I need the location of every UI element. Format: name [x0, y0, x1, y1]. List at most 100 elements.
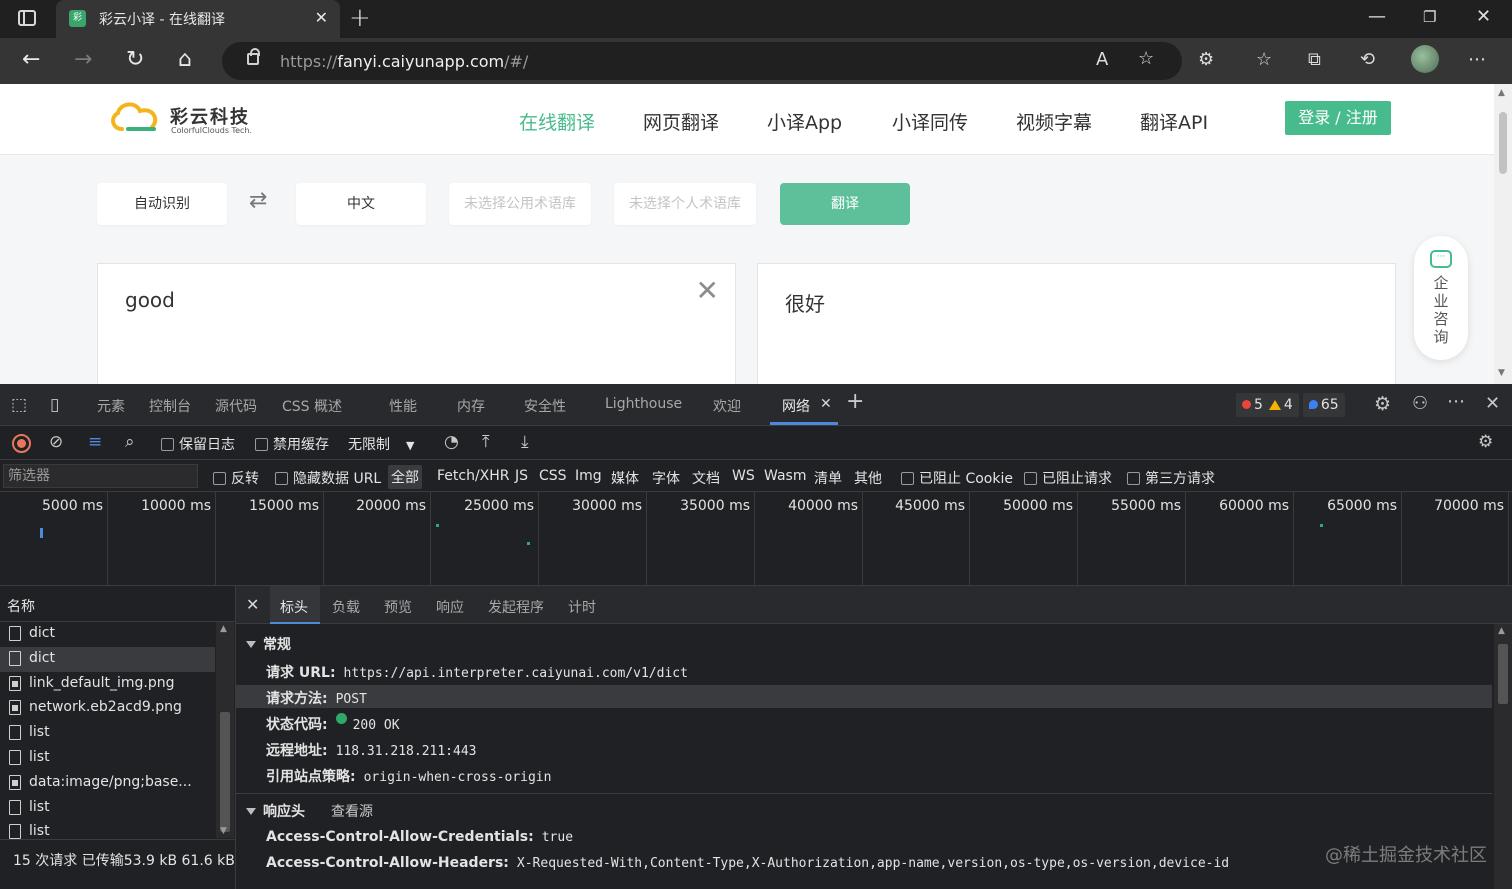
tab-network[interactable]: 网络	[782, 396, 810, 416]
close-detail-icon[interactable]: ✕	[246, 595, 259, 614]
tab-preview[interactable]: 预览	[384, 597, 412, 617]
tab-welcome[interactable]: 欢迎	[713, 396, 741, 416]
issue-badges[interactable]: 54 65	[1236, 393, 1345, 417]
network-settings-icon[interactable]: ⚙	[1478, 432, 1493, 452]
blocked-cookies-checkbox[interactable]: 已阻止 Cookie	[901, 468, 1013, 488]
reload-icon[interactable]: ↻	[126, 47, 144, 72]
login-button[interactable]: 登录 / 注册	[1285, 101, 1391, 135]
close-devtools-icon[interactable]: ✕	[1485, 393, 1500, 414]
minimize-icon[interactable]: —	[1368, 6, 1386, 27]
tab-response[interactable]: 响应	[436, 597, 464, 617]
response-headers-section-toggle[interactable]: 响应头 查看源	[246, 801, 373, 821]
more-tabs-icon[interactable]: +	[846, 389, 864, 414]
request-row[interactable]: data:image/png;base...	[0, 771, 215, 796]
filter-icon[interactable]: ≡	[88, 432, 102, 452]
clear-icon[interactable]: ⊘	[49, 432, 63, 452]
filter-font[interactable]: 字体	[652, 468, 680, 488]
request-row[interactable]: dict	[0, 646, 215, 672]
translate-button[interactable]: 翻译	[780, 183, 910, 225]
name-column-header[interactable]: 名称	[0, 586, 236, 622]
collections-icon[interactable]: ⧉	[1308, 49, 1321, 70]
request-row[interactable]: list	[0, 796, 215, 821]
view-source-link[interactable]: 查看源	[331, 804, 373, 820]
target-language-select[interactable]: 中文	[296, 183, 426, 225]
tab-sources[interactable]: 源代码	[215, 396, 257, 416]
search-icon[interactable]: ⌕	[125, 432, 135, 452]
filter-img[interactable]: Img	[575, 468, 602, 484]
address-bar[interactable]: https://fanyi.caiyunapp.com/#/ A ☆	[222, 42, 1182, 80]
nav-online-translate[interactable]: 在线翻译	[519, 108, 595, 135]
message-count-badge[interactable]: 65	[1302, 393, 1345, 417]
error-count-badge[interactable]: 54	[1236, 393, 1299, 417]
filter-all[interactable]: 全部	[388, 465, 422, 489]
scroll-down-icon[interactable]: ▼	[220, 826, 227, 836]
filter-other[interactable]: 其他	[854, 468, 882, 488]
url-text[interactable]: https://fanyi.caiyunapp.com/#/	[280, 52, 528, 71]
tab-initiator[interactable]: 发起程序	[488, 597, 544, 617]
restore-icon[interactable]: ❐	[1423, 8, 1436, 26]
scroll-up-icon[interactable]: ▲	[220, 624, 227, 634]
browser-tab[interactable]: 彩 彩云小译 - 在线翻译 ✕	[56, 0, 340, 38]
filter-doc[interactable]: 文档	[692, 468, 720, 488]
nav-app[interactable]: 小译App	[767, 108, 842, 135]
source-text-panel[interactable]: good ✕	[97, 263, 736, 384]
source-text[interactable]: good	[125, 288, 175, 312]
personal-glossary-select[interactable]: 未选择个人术语库	[614, 183, 756, 225]
hide-data-url-checkbox[interactable]: 隐藏数据 URL	[275, 468, 381, 488]
back-icon[interactable]: ←	[22, 47, 40, 72]
request-row[interactable]: link_default_img.png	[0, 672, 215, 697]
network-overview-timeline[interactable]: 5000 ms 10000 ms 15000 ms 20000 ms 25000 ms 3…	[0, 492, 1512, 586]
request-row[interactable]: list	[0, 746, 215, 771]
tab-css-overview[interactable]: CSS 概述	[282, 396, 342, 416]
clear-input-icon[interactable]: ✕	[696, 274, 719, 307]
add-favorite-icon[interactable]: ☆	[1138, 48, 1154, 69]
invert-checkbox[interactable]: 反转	[213, 468, 259, 488]
nav-web-translate[interactable]: 网页翻译	[643, 108, 719, 135]
tab-performance[interactable]: 性能	[389, 396, 417, 416]
swap-languages-icon[interactable]: ⇄	[249, 188, 267, 213]
forward-icon[interactable]: →	[74, 47, 92, 72]
filter-media[interactable]: 媒体	[611, 468, 639, 488]
detail-scrollbar[interactable]: ▲	[1494, 624, 1512, 889]
favorites-icon[interactable]: ☆	[1256, 49, 1272, 70]
preserve-log-checkbox[interactable]: 保留日志	[161, 434, 235, 454]
filter-wasm[interactable]: Wasm	[764, 468, 806, 484]
scroll-down-icon[interactable]: ▼	[1498, 368, 1505, 378]
devtools-menu-icon[interactable]: ⋯	[1447, 391, 1465, 412]
read-aloud-icon[interactable]: A	[1096, 49, 1108, 70]
filter-manifest[interactable]: 清单	[814, 468, 842, 488]
page-scrollbar[interactable]: ▲ ▼	[1494, 84, 1512, 384]
filter-input[interactable]: 筛选器	[3, 464, 198, 488]
filter-ws[interactable]: WS	[732, 468, 755, 484]
tab-actions-icon[interactable]	[18, 10, 36, 26]
customize-icon[interactable]: ⚇	[1412, 393, 1428, 414]
source-language-select[interactable]: 自动识别	[97, 183, 227, 225]
filter-fetch-xhr[interactable]: Fetch/XHR	[437, 468, 510, 484]
device-toolbar-icon[interactable]: ▯	[50, 395, 59, 415]
public-glossary-select[interactable]: 未选择公用术语库	[449, 183, 591, 225]
settings-gear-icon[interactable]: ⚙	[1374, 393, 1391, 415]
import-har-icon[interactable]: ⤒	[482, 432, 490, 452]
disable-cache-checkbox[interactable]: 禁用缓存	[255, 434, 329, 454]
nav-simultaneous[interactable]: 小译同传	[892, 108, 968, 135]
new-tab-icon[interactable]: +	[349, 3, 371, 33]
filter-css[interactable]: CSS	[539, 468, 567, 484]
tab-timing[interactable]: 计时	[568, 597, 596, 617]
request-row[interactable]: list	[0, 721, 215, 746]
home-icon[interactable]: ⌂	[178, 47, 192, 72]
network-conditions-icon[interactable]: ◔	[444, 432, 459, 452]
export-har-icon[interactable]: ⤓	[521, 432, 529, 452]
tab-memory[interactable]: 内存	[457, 396, 485, 416]
tab-lighthouse[interactable]: Lighthouse	[605, 396, 682, 412]
tab-console[interactable]: 控制台	[149, 396, 191, 416]
nav-video-subtitles[interactable]: 视频字幕	[1016, 108, 1092, 135]
request-list-scroll-thumb[interactable]	[220, 712, 230, 832]
tab-security[interactable]: 安全性	[524, 396, 566, 416]
request-list-scrollbar[interactable]: ▲ ▼	[216, 622, 234, 838]
tab-elements[interactable]: 元素	[97, 396, 125, 416]
scroll-up-icon[interactable]: ▲	[1498, 88, 1505, 98]
lock-icon[interactable]	[247, 48, 260, 65]
general-section-toggle[interactable]: 常规	[246, 634, 291, 654]
third-party-checkbox[interactable]: 第三方请求	[1127, 468, 1215, 488]
profile-avatar[interactable]	[1411, 45, 1439, 73]
